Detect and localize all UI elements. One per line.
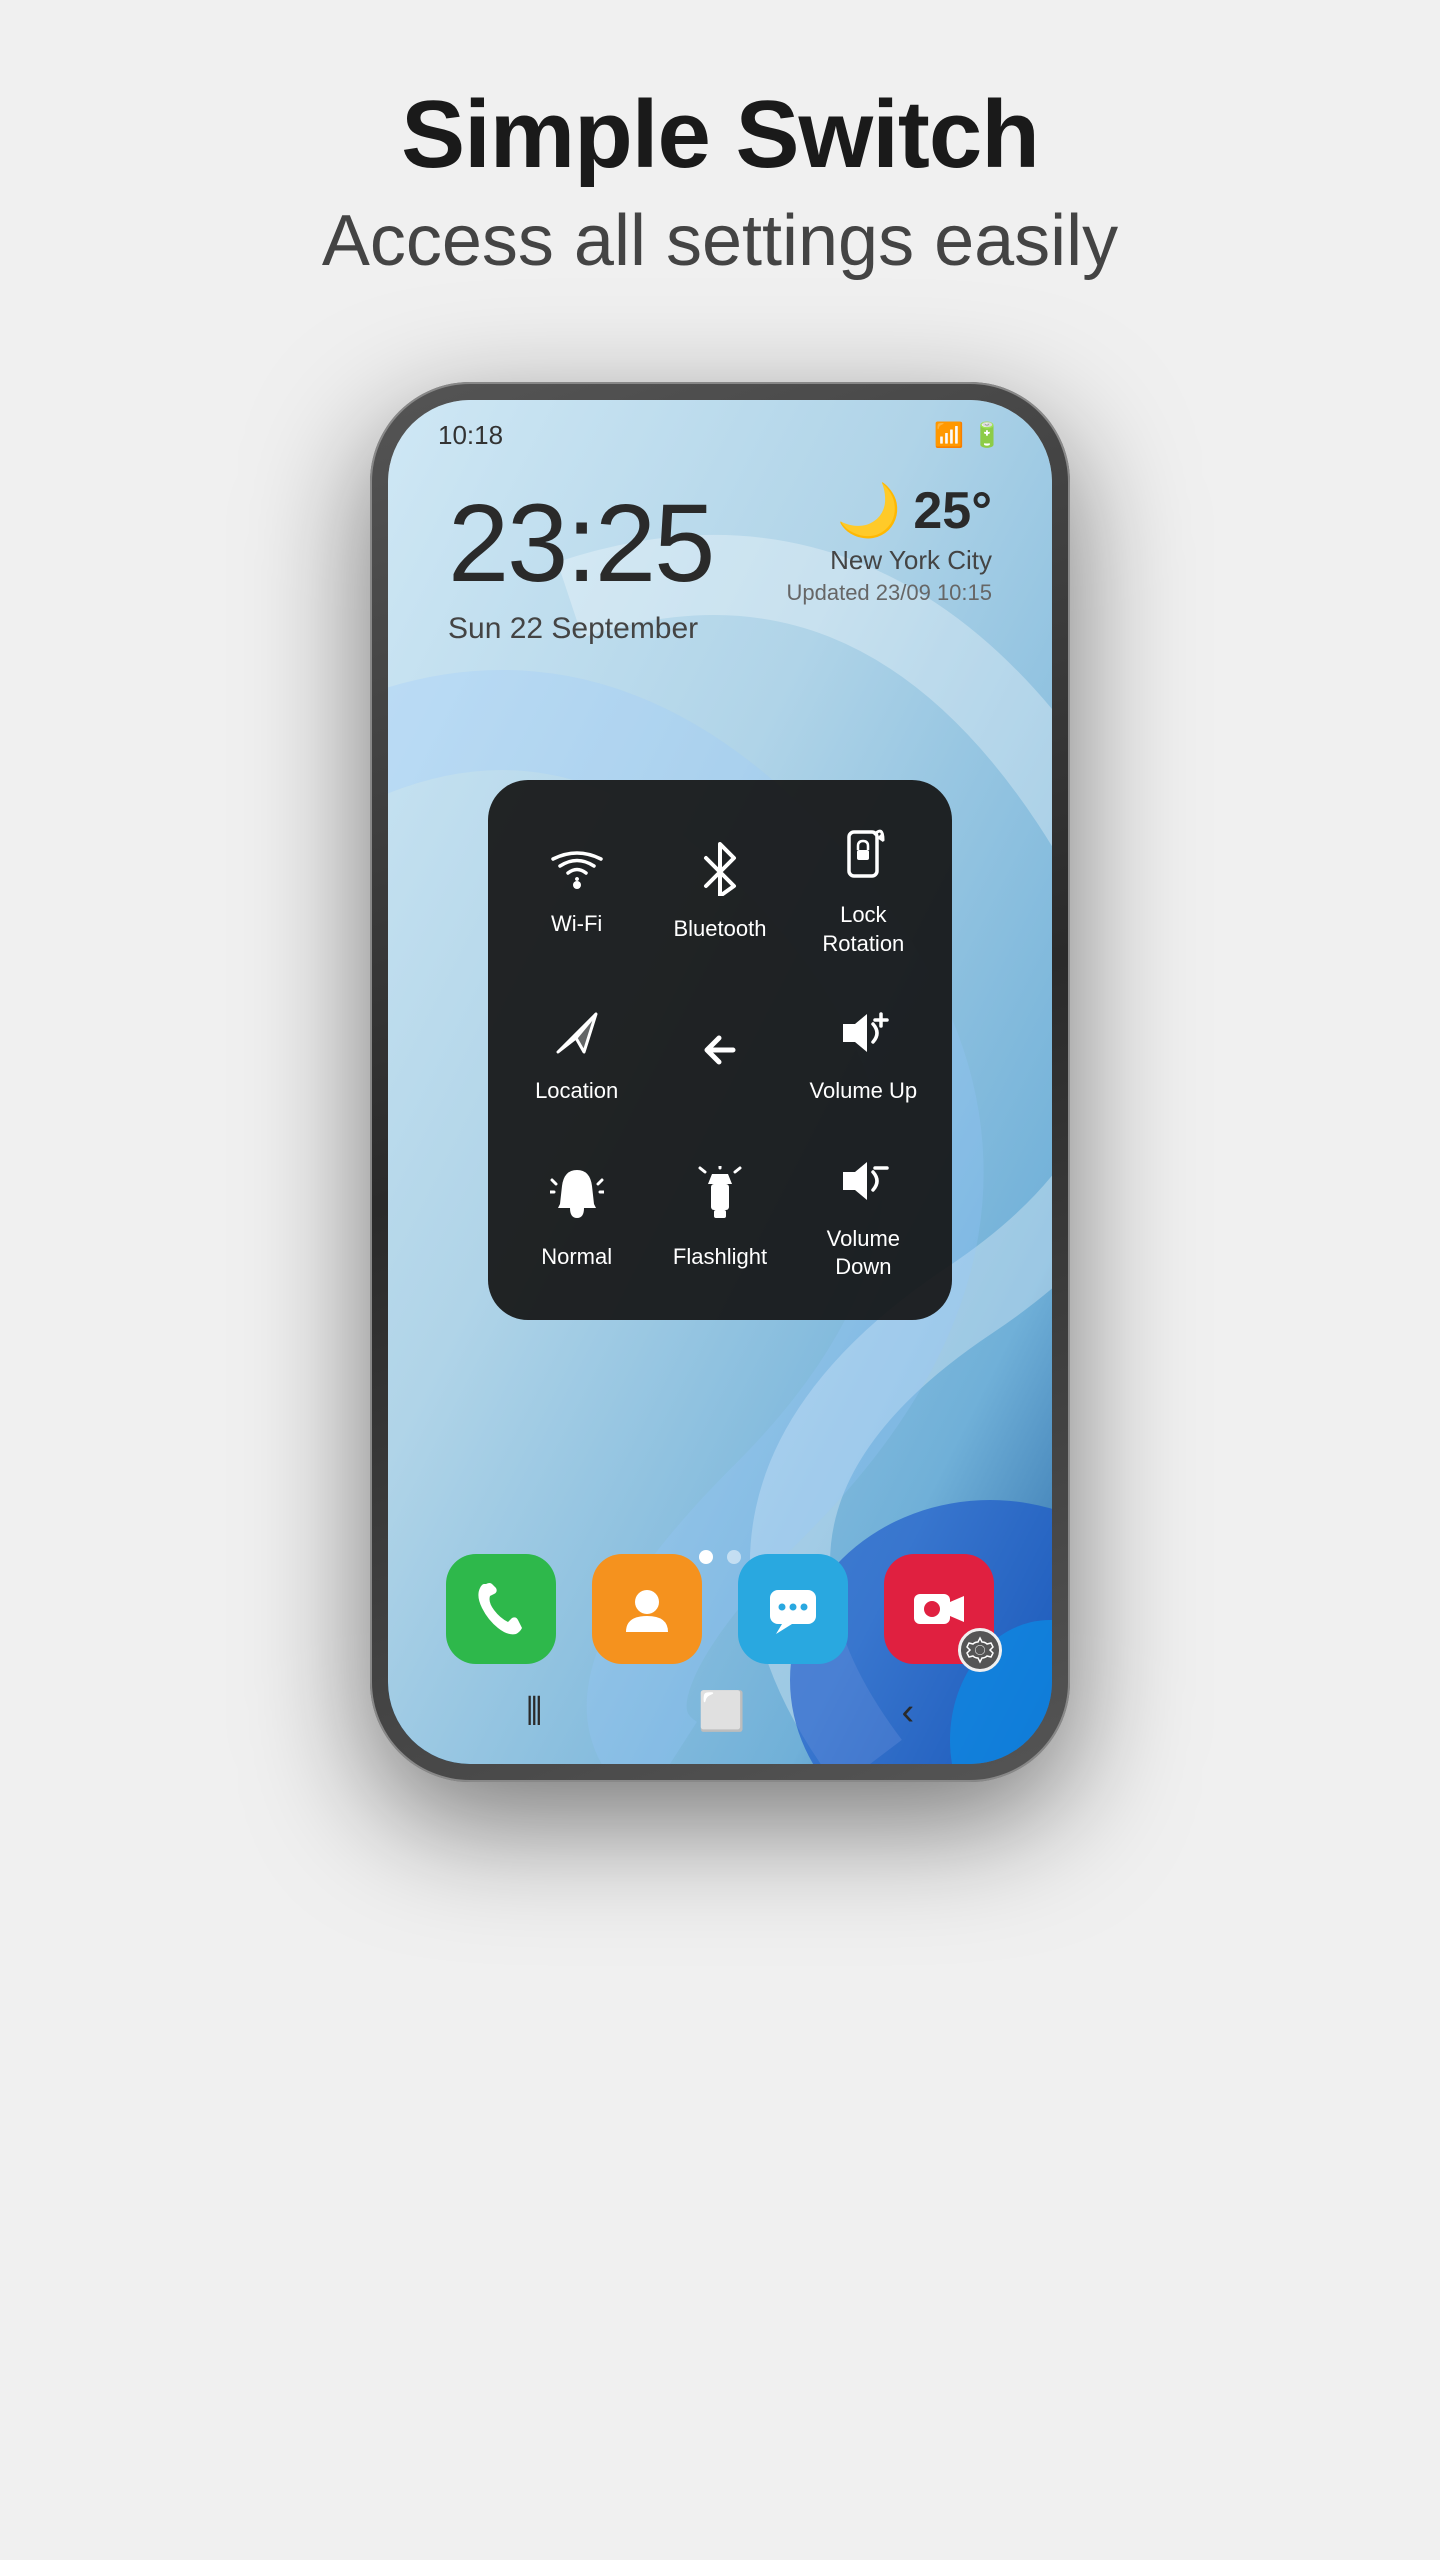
location-label: Location bbox=[535, 1077, 618, 1106]
phone-shell: 10:18 📶 🔋 23:25 Sun 22 September 🌙 25° N… bbox=[370, 382, 1070, 1782]
nav-back[interactable]: ‹ bbox=[901, 1691, 914, 1734]
wifi-label: Wi-Fi bbox=[551, 910, 602, 939]
quick-volume-up[interactable]: Volume Up bbox=[795, 982, 932, 1124]
volume-down-icon bbox=[835, 1156, 891, 1215]
volume-up-label: Volume Up bbox=[810, 1077, 918, 1106]
phone-container: 10:18 📶 🔋 23:25 Sun 22 September 🌙 25° N… bbox=[370, 382, 1070, 1782]
app-settings-overlay[interactable] bbox=[884, 1554, 994, 1664]
bluetooth-label: Bluetooth bbox=[674, 915, 767, 944]
phone-screen: 10:18 📶 🔋 23:25 Sun 22 September 🌙 25° N… bbox=[388, 400, 1052, 1764]
main-subtitle: Access all settings easily bbox=[322, 200, 1118, 282]
app-contacts[interactable] bbox=[592, 1554, 702, 1664]
bottom-nav-bar: ⦀ ⬜ ‹ bbox=[388, 1690, 1052, 1734]
quick-back-arrow[interactable] bbox=[651, 982, 788, 1124]
quick-lock-rotation[interactable]: Lock Rotation bbox=[795, 800, 932, 976]
volume-up-icon bbox=[835, 1008, 891, 1067]
settings-gear-badge bbox=[958, 1628, 1002, 1672]
bluetooth-icon bbox=[700, 840, 740, 905]
flashlight-label: Flashlight bbox=[673, 1243, 767, 1272]
moon-icon: 🌙 bbox=[837, 480, 902, 541]
quick-controls-panel: Wi-Fi Bluetooth bbox=[488, 780, 952, 1320]
main-title: Simple Switch bbox=[322, 80, 1118, 190]
quick-flashlight[interactable]: Flashlight bbox=[651, 1130, 788, 1300]
app-phone[interactable] bbox=[446, 1554, 556, 1664]
dock-apps bbox=[428, 1554, 1012, 1664]
battery-icon: 🔋 bbox=[972, 421, 1002, 450]
back-arrow-icon bbox=[693, 1025, 747, 1079]
page-header: Simple Switch Access all settings easily bbox=[322, 80, 1118, 282]
weather-widget: 🌙 25° New York City Updated 23/09 10:15 bbox=[786, 480, 992, 606]
quick-location[interactable]: Location bbox=[508, 982, 645, 1124]
weather-updated: Updated 23/09 10:15 bbox=[786, 580, 992, 606]
location-icon bbox=[552, 1008, 602, 1067]
quick-volume-down[interactable]: Volume Down bbox=[795, 1130, 932, 1300]
flashlight-icon bbox=[695, 1166, 745, 1233]
lock-rotation-icon bbox=[839, 826, 887, 891]
nav-home[interactable]: ⬜ bbox=[698, 1690, 745, 1734]
normal-bell-icon bbox=[550, 1166, 604, 1233]
status-time: 10:18 bbox=[438, 420, 503, 451]
quick-wifi[interactable]: Wi-Fi bbox=[508, 800, 645, 976]
normal-label: Normal bbox=[541, 1243, 612, 1272]
main-date-display: Sun 22 September bbox=[448, 612, 992, 646]
nav-recents[interactable]: ⦀ bbox=[526, 1691, 543, 1734]
weather-temp: 25° bbox=[913, 481, 992, 541]
quick-bluetooth[interactable]: Bluetooth bbox=[651, 800, 788, 976]
weather-city: New York City bbox=[786, 545, 992, 576]
lock-rotation-label: Lock Rotation bbox=[805, 901, 922, 958]
volume-down-label: Volume Down bbox=[805, 1225, 922, 1282]
status-bar: 10:18 📶 🔋 bbox=[388, 400, 1052, 461]
signal-icon: 📶 bbox=[934, 421, 964, 450]
status-icons: 📶 🔋 bbox=[934, 421, 1002, 450]
wifi-icon bbox=[550, 846, 604, 900]
app-messages[interactable] bbox=[738, 1554, 848, 1664]
quick-normal[interactable]: Normal bbox=[508, 1130, 645, 1300]
